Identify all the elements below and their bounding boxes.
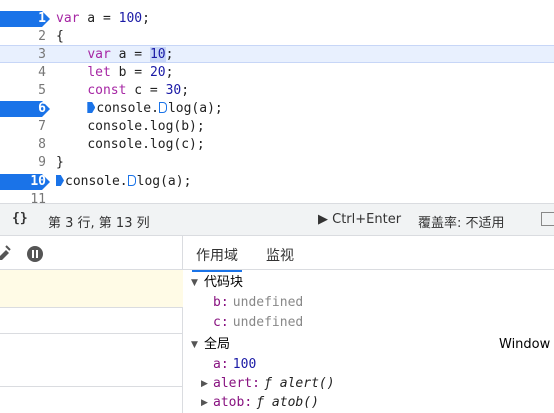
sidebar-tabs: 作用域 监视 — [183, 236, 554, 272]
code-line[interactable]: 2 { — [0, 28, 554, 46]
debugger-sidebar: 作用域 监视 ▼ 代码块 b: undefined c: undefined ▼… — [183, 236, 554, 413]
selected-text: 10 — [149, 47, 166, 62]
line-number: 9 — [38, 155, 46, 170]
breakpoint-marker[interactable]: 10 — [0, 174, 50, 190]
code-line[interactable]: 1 var a = 100; — [0, 10, 554, 28]
code-line[interactable]: 8 console.log(c); — [0, 136, 554, 154]
deactivate-breakpoints-icon[interactable] — [0, 244, 12, 260]
pretty-print-button[interactable]: {} — [12, 211, 28, 226]
toggle-drawer-icon[interactable] — [541, 212, 554, 226]
code-line[interactable]: 7 console.log(b); — [0, 118, 554, 136]
pause-on-exceptions-icon[interactable] — [26, 245, 44, 263]
expanded-triangle-icon: ▼ — [191, 278, 198, 288]
scope-variable[interactable]: a: 100 — [183, 355, 554, 375]
code-line[interactable]: 9 } — [0, 154, 554, 172]
expanded-triangle-icon: ▼ — [191, 340, 198, 350]
scope-block-header[interactable]: ▼ 代码块 — [183, 273, 554, 293]
breakpoint-marker[interactable]: 1 — [0, 11, 50, 27]
debugger-toolbar — [0, 236, 183, 270]
code-line[interactable]: 10 console. log(a); — [0, 173, 554, 191]
tab-watch[interactable]: 监视 — [266, 245, 294, 265]
inline-breakpoint-icon[interactable] — [127, 175, 136, 186]
line-number: 11 — [30, 192, 46, 203]
line-number: 7 — [38, 119, 46, 134]
code-line[interactable]: 6 console. log(a); — [0, 100, 554, 118]
line-number: 8 — [38, 137, 46, 152]
tab-scope[interactable]: 作用域 — [192, 245, 242, 272]
pane-section — [0, 308, 183, 334]
code-line[interactable]: 5 const c = 30; — [0, 82, 554, 100]
code-line[interactable]: 4 let b = 20; — [0, 64, 554, 82]
scope-global-header[interactable]: ▼ 全局 Window — [183, 335, 554, 355]
collapsed-triangle-icon[interactable]: ▶ — [201, 393, 208, 413]
global-object-label: Window — [499, 337, 551, 352]
code-line[interactable]: 11 — [0, 191, 554, 203]
pane-divider — [0, 386, 183, 387]
scope-variable[interactable]: b: undefined — [183, 293, 554, 313]
breakpoint-marker[interactable]: 6 — [0, 101, 50, 117]
inline-breakpoint-icon[interactable] — [87, 102, 96, 113]
debugger-left-pane — [0, 236, 183, 413]
editor-status-bar: {} 第 3 行, 第 13 列 ▶ Ctrl+Enter 覆盖率: 不适用 — [0, 203, 554, 236]
cursor-position: 第 3 行, 第 13 列 — [48, 216, 150, 231]
run-snippet-button[interactable]: ▶ Ctrl+Enter — [318, 212, 401, 227]
line-number: 2 — [38, 29, 46, 44]
code-editor[interactable]: 1 var a = 100; 2 { 3 var a = 10; 4 let b… — [0, 0, 554, 203]
line-number: 5 — [38, 83, 46, 98]
inline-breakpoint-icon[interactable] — [158, 102, 167, 113]
inline-breakpoint-icon[interactable] — [56, 175, 64, 186]
current-code-line[interactable]: 3 var a = 10; — [0, 45, 554, 63]
line-number: 3 — [38, 47, 46, 62]
paused-banner — [0, 270, 183, 308]
scope-variable[interactable]: ▶ atob: ƒ atob() — [183, 393, 554, 413]
line-number: 4 — [38, 65, 46, 80]
collapsed-triangle-icon[interactable]: ▶ — [201, 374, 208, 394]
scope-tree: ▼ 代码块 b: undefined c: undefined ▼ 全局 Win… — [183, 270, 554, 413]
coverage-status: 覆盖率: 不适用 — [418, 216, 505, 231]
scope-variable[interactable]: c: undefined — [183, 313, 554, 333]
scope-variable[interactable]: ▶ alert: ƒ alert() — [183, 374, 554, 394]
